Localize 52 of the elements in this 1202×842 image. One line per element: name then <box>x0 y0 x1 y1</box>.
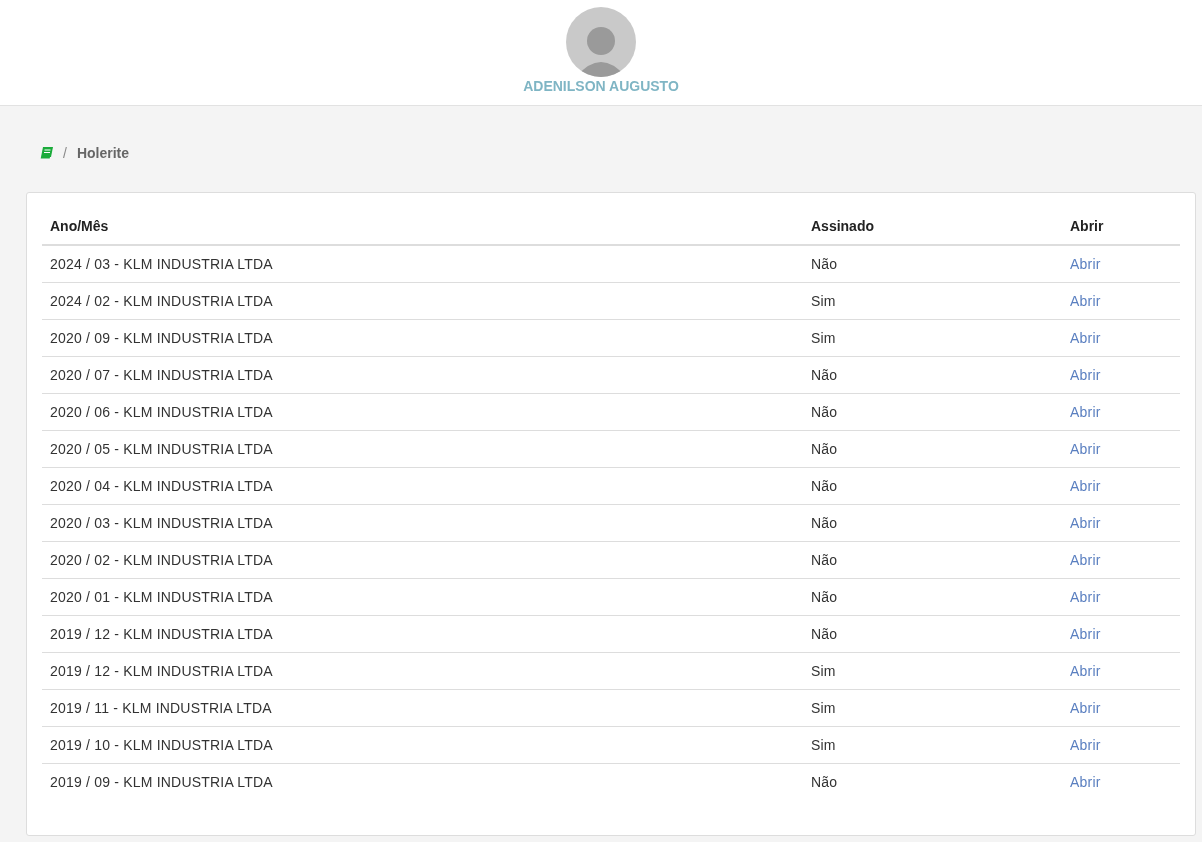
period-cell: 2024 / 03 - KLM INDUSTRIA LTDA <box>42 245 803 283</box>
period-cell: 2019 / 11 - KLM INDUSTRIA LTDA <box>42 689 803 727</box>
open-link[interactable]: Abrir <box>1070 293 1101 309</box>
open-link[interactable]: Abrir <box>1070 256 1101 272</box>
open-link[interactable]: Abrir <box>1070 441 1101 457</box>
signed-cell: Não <box>803 430 1062 468</box>
open-link[interactable]: Abrir <box>1070 404 1101 420</box>
signed-cell: Sim <box>803 726 1062 764</box>
open-link[interactable]: Abrir <box>1070 589 1101 605</box>
signed-cell: Não <box>803 504 1062 542</box>
period-cell: 2024 / 02 - KLM INDUSTRIA LTDA <box>42 282 803 320</box>
signed-cell: Não <box>803 467 1062 505</box>
period-cell: 2019 / 12 - KLM INDUSTRIA LTDA <box>42 652 803 690</box>
open-link[interactable]: Abrir <box>1070 552 1101 568</box>
signed-cell: Não <box>803 393 1062 431</box>
period-cell: 2020 / 04 - KLM INDUSTRIA LTDA <box>42 467 803 505</box>
signed-cell: Não <box>803 578 1062 616</box>
open-link[interactable]: Abrir <box>1070 700 1101 716</box>
breadcrumb-separator: / <box>63 145 67 161</box>
period-cell: 2020 / 03 - KLM INDUSTRIA LTDA <box>42 504 803 542</box>
column-header: Assinado <box>803 207 1062 245</box>
period-cell: 2019 / 12 - KLM INDUSTRIA LTDA <box>42 615 803 653</box>
period-cell: 2020 / 01 - KLM INDUSTRIA LTDA <box>42 578 803 616</box>
signed-cell: Sim <box>803 282 1062 320</box>
column-header: Ano/Mês <box>42 207 803 245</box>
signed-cell: Sim <box>803 689 1062 727</box>
period-cell: 2020 / 02 - KLM INDUSTRIA LTDA <box>42 541 803 579</box>
open-link[interactable]: Abrir <box>1070 330 1101 346</box>
signed-cell: Sim <box>803 319 1062 357</box>
signed-cell: Sim <box>803 652 1062 690</box>
period-cell: 2019 / 10 - KLM INDUSTRIA LTDA <box>42 726 803 764</box>
open-link[interactable]: Abrir <box>1070 367 1101 383</box>
open-link[interactable]: Abrir <box>1070 663 1101 679</box>
period-cell: 2020 / 07 - KLM INDUSTRIA LTDA <box>42 356 803 394</box>
signed-cell: Não <box>803 356 1062 394</box>
breadcrumb-current: Holerite <box>76 145 129 161</box>
signed-cell: Não <box>803 763 1062 800</box>
period-cell: 2019 / 09 - KLM INDUSTRIA LTDA <box>42 763 803 800</box>
signed-cell: Não <box>803 615 1062 653</box>
user-name: ADENILSON AUGUSTO <box>523 78 679 94</box>
column-header: Abrir <box>1062 207 1180 245</box>
open-link[interactable]: Abrir <box>1070 626 1101 642</box>
open-link[interactable]: Abrir <box>1070 515 1101 531</box>
book-icon[interactable] <box>40 147 53 159</box>
open-link[interactable]: Abrir <box>1070 478 1101 494</box>
open-link[interactable]: Abrir <box>1070 737 1101 753</box>
period-cell: 2020 / 06 - KLM INDUSTRIA LTDA <box>42 393 803 431</box>
signed-cell: Não <box>803 541 1062 579</box>
open-link[interactable]: Abrir <box>1070 774 1101 790</box>
period-cell: 2020 / 09 - KLM INDUSTRIA LTDA <box>42 319 803 357</box>
signed-cell: Não <box>803 245 1062 283</box>
period-cell: 2020 / 05 - KLM INDUSTRIA LTDA <box>42 430 803 468</box>
